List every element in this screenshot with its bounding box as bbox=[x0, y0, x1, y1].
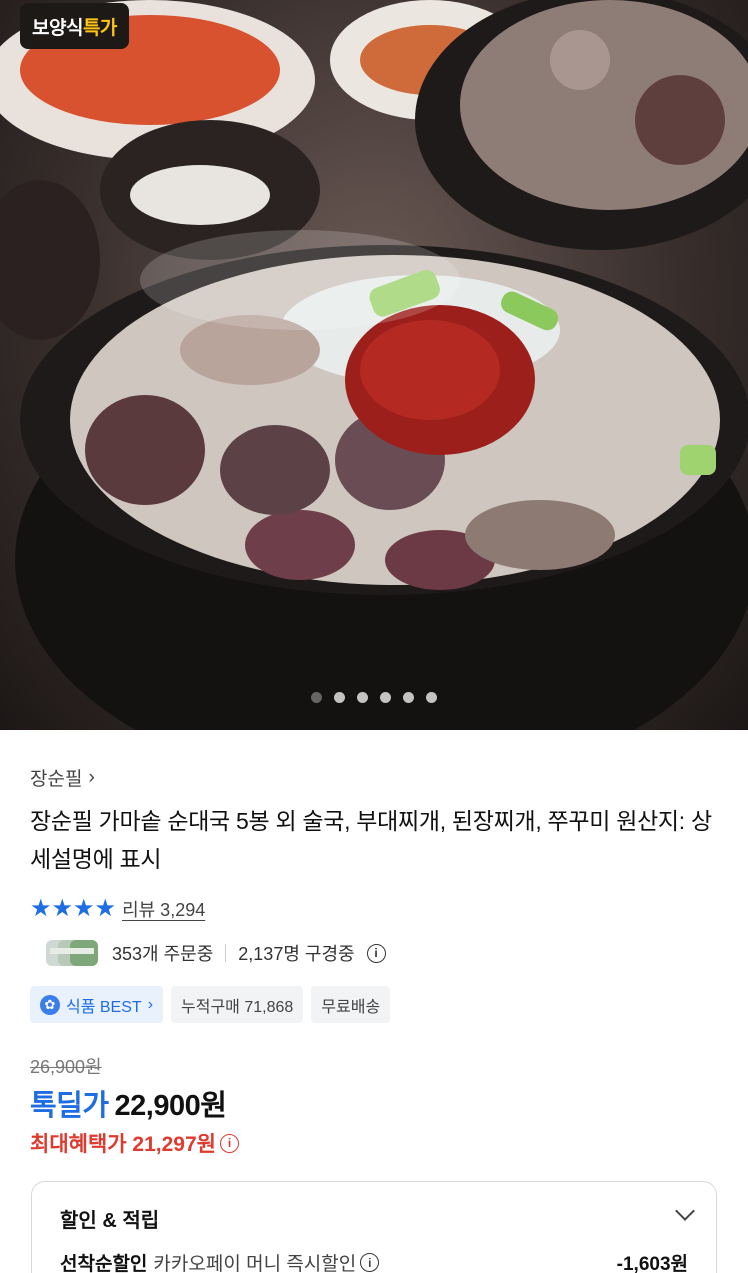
deal-label: 톡딜가 bbox=[30, 1090, 109, 1122]
promo-badge-highlight: 특가 bbox=[82, 17, 117, 39]
carousel-dot[interactable] bbox=[357, 692, 368, 703]
carousel-indicator[interactable] bbox=[0, 692, 748, 703]
carousel-dot[interactable] bbox=[334, 692, 345, 703]
info-icon[interactable]: i bbox=[360, 1253, 380, 1272]
max-benefit-price[interactable]: 최대혜택가 21,297원 i bbox=[30, 1128, 239, 1158]
discount-row-label: 선착순할인 bbox=[60, 1254, 148, 1273]
best-tag-label: 식품 BEST bbox=[66, 998, 142, 1016]
divider bbox=[225, 944, 227, 962]
discount-row-desc-text: 카카오페이 머니 즉시할인 bbox=[153, 1254, 357, 1273]
promo-badge: 보양식 특가 bbox=[20, 3, 129, 49]
brand-link[interactable]: 장순필 › bbox=[30, 764, 95, 791]
carousel-dot[interactable] bbox=[403, 692, 414, 703]
product-title: 장순필 가마솥 순대국 5봉 외 술국, 부대찌개, 된장찌개, 쭈꾸미 원산지… bbox=[30, 808, 712, 872]
food-photo bbox=[0, 0, 748, 730]
product-image[interactable]: 보양식 특가 bbox=[0, 0, 748, 730]
chevron-down-icon[interactable] bbox=[675, 1201, 695, 1221]
cumulative-purchase-tag: 누적구매 71,868 bbox=[171, 986, 304, 1023]
star-icon: ★ bbox=[51, 895, 74, 922]
star-icon: ★ bbox=[94, 895, 117, 922]
viewer-count: 2,137명 구경중 bbox=[238, 944, 355, 964]
discount-card-title: 할인 & 적립 bbox=[60, 1210, 160, 1232]
discount-amount: -1,603원 bbox=[616, 1254, 688, 1273]
chevron-right-icon: › bbox=[147, 995, 154, 1013]
best-tag[interactable]: ✿ 식품 BEST › bbox=[30, 986, 164, 1023]
promo-badge-text: 보양식 bbox=[32, 17, 83, 39]
discount-row-desc: 카카오페이 머니 즉시할인 i bbox=[153, 1249, 380, 1273]
star-icon: ★ bbox=[73, 895, 95, 922]
discount-row: 선착순할인 카카오페이 머니 즉시할인 i -1,603원 bbox=[60, 1249, 688, 1273]
carousel-dot[interactable] bbox=[380, 692, 391, 703]
carousel-dot[interactable] bbox=[311, 692, 322, 703]
deal-price-row: 톡딜가 22,900원 bbox=[30, 1082, 227, 1124]
info-icon[interactable]: i bbox=[366, 943, 386, 963]
max-benefit-label: 최대혜택가 21,297원 bbox=[30, 1133, 216, 1156]
chevron-right-icon: › bbox=[88, 766, 95, 788]
rating-stars: ★ ★ ★ ★ bbox=[30, 897, 116, 921]
review-count-link[interactable]: 리뷰 3,294 bbox=[122, 896, 205, 922]
deal-price: 22,900원 bbox=[114, 1090, 227, 1122]
brand-name: 장순필 bbox=[30, 769, 83, 790]
order-count: 353개 주문중 bbox=[112, 944, 214, 964]
product-thumbnail-stack bbox=[44, 936, 100, 970]
info-icon[interactable]: i bbox=[220, 1133, 239, 1153]
rating-row[interactable]: ★ ★ ★ ★ 리뷰 3,294 bbox=[30, 896, 205, 922]
carousel-dot[interactable] bbox=[426, 692, 437, 703]
tag-row: ✿ 식품 BEST › 누적구매 71,868 무료배송 bbox=[30, 986, 391, 1023]
free-shipping-tag: 무료배송 bbox=[311, 986, 391, 1023]
star-icon: ★ bbox=[30, 895, 52, 922]
discount-card[interactable]: 할인 & 적립 선착순할인 카카오페이 머니 즉시할인 i -1,603원 bbox=[31, 1181, 717, 1273]
original-price: 26,900원 bbox=[30, 1057, 102, 1077]
order-status-row: 353개 주문중 2,137명 구경중 i bbox=[44, 936, 386, 970]
award-icon: ✿ bbox=[40, 994, 60, 1015]
